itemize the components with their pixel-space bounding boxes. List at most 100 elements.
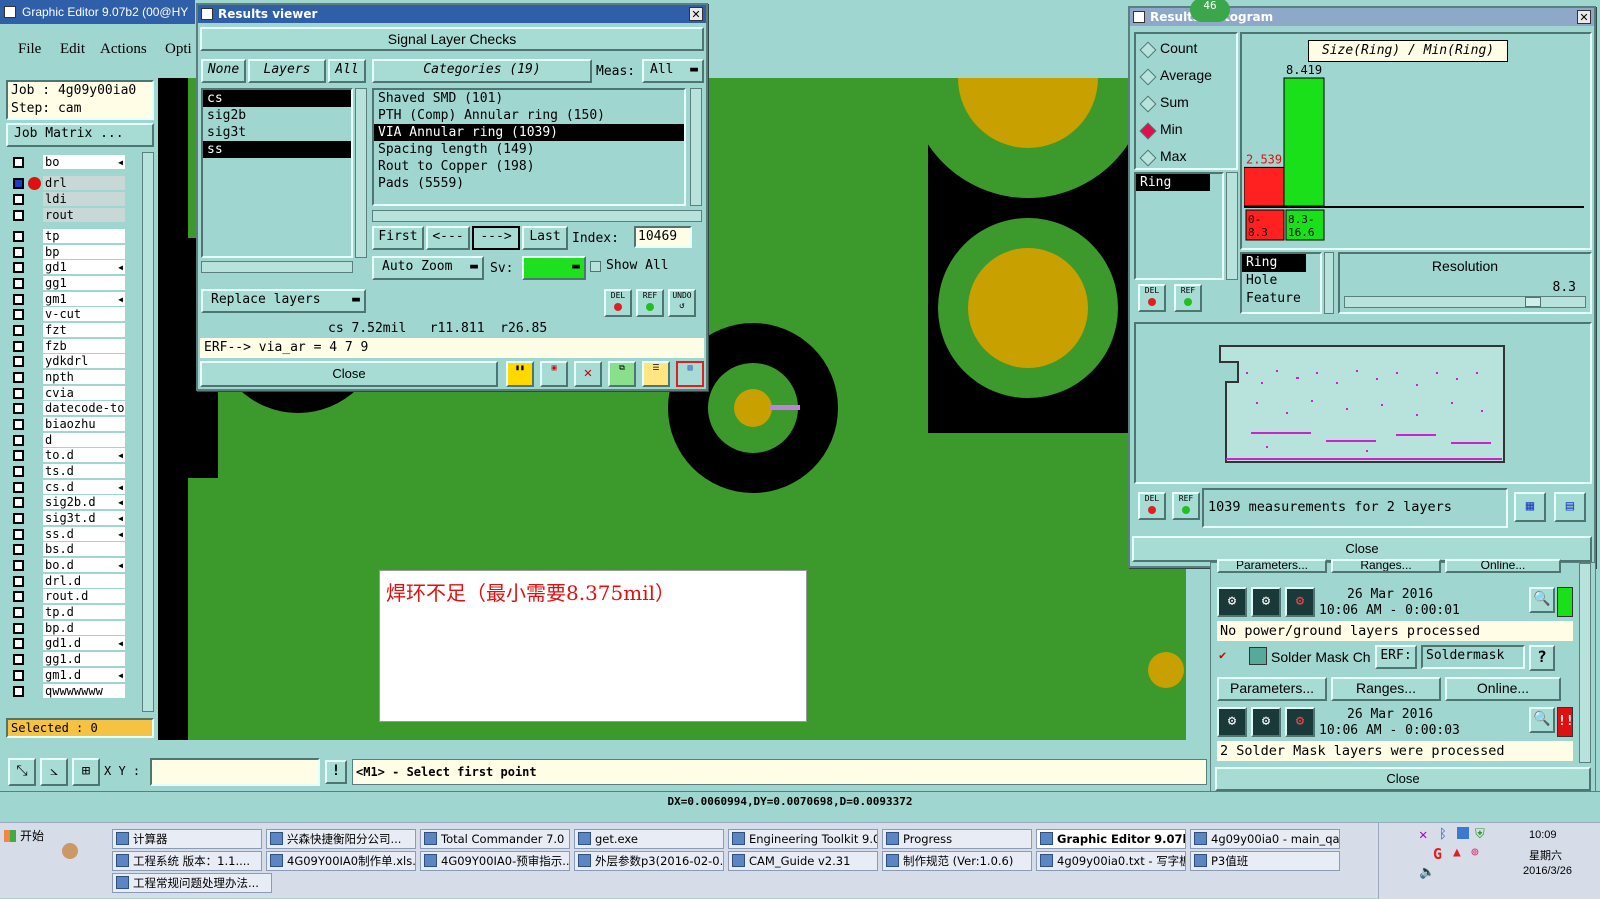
layer-row[interactable]: bo.d ◀ xyxy=(10,558,126,573)
layer-checkbox[interactable] xyxy=(13,356,24,367)
layer-row[interactable]: tp.d xyxy=(10,605,126,620)
layer-row[interactable]: biaozhu xyxy=(10,417,126,432)
layer-row[interactable]: gd1.d ◀ xyxy=(10,636,126,651)
layer-row[interactable]: ss.d ◀ xyxy=(10,527,126,542)
replace-layers-dropdown[interactable]: Replace layers ▬ xyxy=(201,289,366,313)
layer-row[interactable]: bo ◀ xyxy=(10,155,126,170)
layer-row[interactable]: qwwwwwww xyxy=(10,684,126,699)
task-engineering-system[interactable]: 工程系统 版本：1.1.... xyxy=(112,851,262,871)
layer-row[interactable]: drl.d xyxy=(10,574,126,589)
slider-thumb[interactable] xyxy=(1525,297,1541,307)
quick-launch-icon[interactable] xyxy=(62,843,78,859)
layer-row[interactable]: sig3t.d ◀ xyxy=(10,511,126,526)
parameters-button[interactable]: Parameters... xyxy=(1217,677,1327,701)
run-icon[interactable]: ⚙ xyxy=(1217,587,1247,617)
layer-list-item[interactable]: sig3t xyxy=(203,124,351,141)
task-main-qa[interactable]: 4g09y00ia0 - main_qa xyxy=(1190,829,1340,849)
task-prereview[interactable]: 4G09Y00IA0-预审指示... xyxy=(420,851,570,871)
results-viewer-titlebar[interactable]: Results viewer ✕ xyxy=(198,5,706,23)
layer-checkbox[interactable] xyxy=(13,544,24,555)
chart-window-icon[interactable]: ▤ xyxy=(1554,492,1586,522)
task-spec[interactable]: 制作规范 (Ver:1.0.6) xyxy=(882,851,1032,871)
layer-row[interactable]: ldi xyxy=(10,192,126,207)
erf-field[interactable]: Soldermask xyxy=(1421,645,1525,669)
layer-row[interactable]: gm1.d ◀ xyxy=(10,668,126,683)
layer-row[interactable]: drl xyxy=(10,176,126,191)
measure-icon[interactable]: ⦣ xyxy=(40,758,68,786)
solder-enabled-checkbox[interactable]: ✔ xyxy=(1219,649,1233,663)
update-icon[interactable]: G xyxy=(1433,845,1442,863)
layer-row[interactable]: bs.d xyxy=(10,542,126,557)
attr-option[interactable]: Feature xyxy=(1242,290,1320,308)
close-icon[interactable]: ✕ xyxy=(1577,10,1591,24)
task-total-commander[interactable]: Total Commander 7.0 p... xyxy=(420,829,570,849)
layer-row[interactable]: gm1 ◀ xyxy=(10,292,126,307)
job-matrix-button[interactable]: Job Matrix ... xyxy=(6,123,154,147)
zoom-results-icon[interactable]: 🔍 xyxy=(1529,587,1555,613)
layer-checkbox[interactable] xyxy=(13,388,24,399)
categories-button[interactable]: Categories (19) xyxy=(372,59,592,83)
histogram-bar[interactable] xyxy=(1244,166,1285,207)
layer-row[interactable]: fzb xyxy=(10,339,126,354)
alert-icon[interactable]: ▲ xyxy=(1453,845,1461,860)
hist-del-button[interactable]: DEL xyxy=(1138,284,1166,312)
preview-ref-button[interactable]: REF xyxy=(1172,492,1200,520)
layer-checkbox[interactable] xyxy=(13,482,24,493)
layers-button[interactable]: Layers xyxy=(248,59,326,83)
run-all-icon[interactable]: ⚙ xyxy=(1251,707,1281,737)
next-button[interactable]: ---> xyxy=(472,226,520,250)
undo-button[interactable]: UNDO ↺ xyxy=(668,289,696,317)
layer-checkbox[interactable] xyxy=(13,372,24,383)
task-graphic-editor[interactable]: Graphic Editor 9.07b... xyxy=(1036,829,1186,849)
category-item[interactable]: Shaved SMD (101) xyxy=(374,90,684,107)
layer-checkbox[interactable] xyxy=(13,607,24,618)
bluetooth-icon[interactable]: ᛒ xyxy=(1439,827,1447,842)
layer-checkbox[interactable] xyxy=(13,157,24,168)
board-icon[interactable]: ▣ xyxy=(540,361,568,387)
layer-checkbox[interactable] xyxy=(13,309,24,320)
layers-icon[interactable]: ⧉ xyxy=(608,361,636,387)
auto-zoom-dropdown[interactable]: Auto Zoom ▬ xyxy=(372,256,484,280)
layer-row[interactable]: sig2b.d ◀ xyxy=(10,495,126,510)
prev-button[interactable]: <--- xyxy=(426,226,470,250)
layer-scrollbar[interactable] xyxy=(142,152,154,712)
layer-checkbox[interactable] xyxy=(13,560,24,571)
layer-checkbox[interactable] xyxy=(13,591,24,602)
layer-checkbox[interactable] xyxy=(13,325,24,336)
erf-button[interactable]: ERF: xyxy=(1375,645,1417,669)
all-button[interactable]: All xyxy=(328,59,366,83)
menu-options[interactable]: Opti xyxy=(165,41,192,58)
categories-scrollbar[interactable] xyxy=(690,88,702,206)
layer-checkbox[interactable] xyxy=(13,278,24,289)
layer-list-item[interactable]: sig2b xyxy=(203,107,351,124)
monitor-icon[interactable] xyxy=(1457,827,1469,839)
mode-max[interactable]: Max xyxy=(1136,148,1236,168)
layer-list-hscroll[interactable] xyxy=(201,261,353,273)
layer-row[interactable]: d xyxy=(10,433,126,448)
layer-row[interactable]: cvia xyxy=(10,386,126,401)
attr-list-item[interactable]: Ring xyxy=(1136,174,1210,191)
task-outer-params[interactable]: 外层参数p3(2016-02-0... xyxy=(574,851,724,871)
highlight-icon[interactable]: ▮▮ xyxy=(506,361,534,387)
stop-icon[interactable]: ⚙ xyxy=(1285,707,1315,737)
hist-ref-button[interactable]: REF xyxy=(1174,284,1202,312)
layer-checkbox[interactable] xyxy=(13,670,24,681)
layer-row[interactable]: cs.d ◀ xyxy=(10,480,126,495)
task-cam-guide[interactable]: CAM_Guide v2.31 xyxy=(728,851,878,871)
attr-select-scrollbar[interactable] xyxy=(1324,252,1334,314)
cross-out-icon[interactable]: ✕ xyxy=(574,361,602,387)
category-item[interactable]: Spacing length (149) xyxy=(374,141,684,158)
layer-checkbox[interactable] xyxy=(13,466,24,477)
layer-checkbox[interactable] xyxy=(13,294,24,305)
close-icon[interactable]: ✕ xyxy=(689,7,703,21)
layer-checkbox[interactable] xyxy=(13,576,24,587)
layer-row[interactable]: gg1.d xyxy=(10,652,126,667)
layer-checkbox[interactable] xyxy=(13,497,24,508)
task-common-issues[interactable]: 工程常规问题处理办法... xyxy=(112,873,272,893)
layer-list-item[interactable]: ss xyxy=(203,141,351,158)
mode-count[interactable]: Count xyxy=(1136,40,1236,60)
layer-checkbox[interactable] xyxy=(13,513,24,524)
none-button[interactable]: None xyxy=(201,59,246,83)
layer-checkbox[interactable] xyxy=(13,638,24,649)
mode-sum[interactable]: Sum xyxy=(1136,94,1236,114)
